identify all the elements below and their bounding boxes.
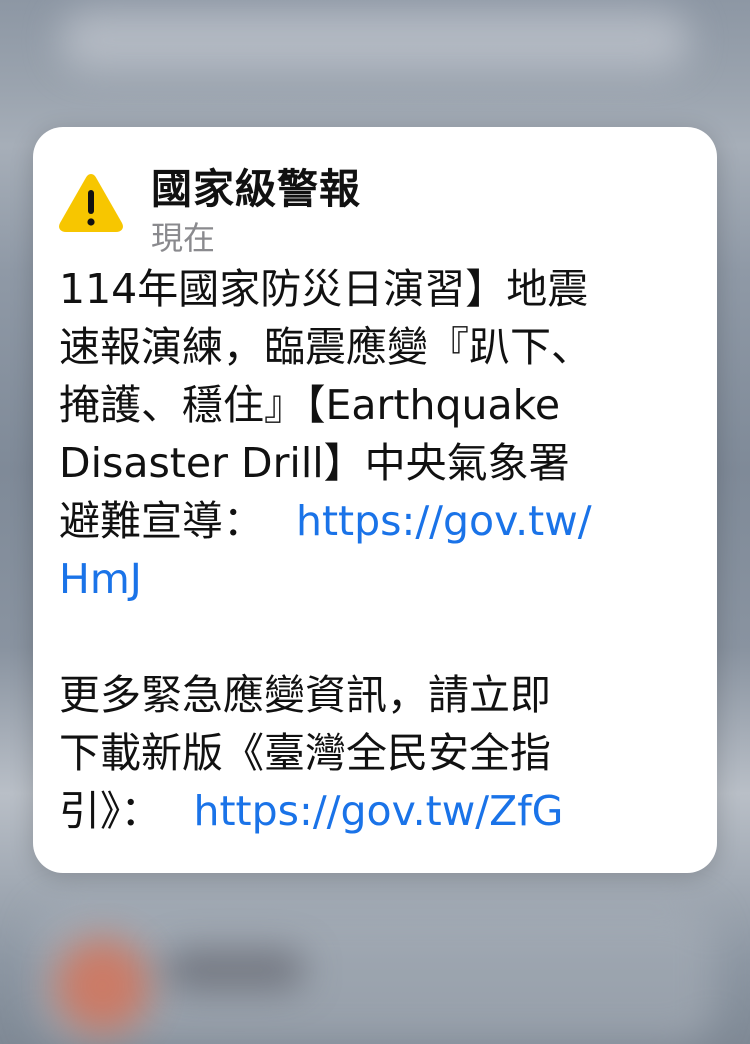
evacuation-guidance-label: 避難宣導： [59, 497, 264, 545]
alert-title: 國家級警報 [151, 165, 361, 213]
safety-guide-label: 引》： [59, 787, 162, 835]
background-app-icon [55, 938, 150, 1033]
guidance-link[interactable]: https://gov.tw/ [296, 497, 592, 545]
message-line: 引》： https://gov.tw/ZfG [59, 782, 689, 840]
message-line: 掩護、穩住』【Earthquake [59, 381, 561, 429]
alert-message-body: 114年國家防災日演習】地震 速報演練，臨震應變『趴下、 掩護、穩住』【Eart… [59, 260, 689, 840]
warning-triangle-icon [59, 174, 123, 232]
message-line: 避難宣導： https://gov.tw/ [59, 492, 689, 550]
message-line: 下載新版《臺灣全民安全指 [59, 729, 551, 777]
message-line: 更多緊急應變資訊，請立即 [59, 671, 551, 719]
message-line: 速報演練，臨震應變『趴下、 [59, 323, 592, 371]
alert-timestamp: 現在 [151, 219, 216, 257]
message-line: 114年國家防災日演習】地震 [59, 265, 589, 313]
background-app-text [165, 950, 305, 990]
emergency-alert-card[interactable]: 國家級警報 現在 114年國家防災日演習】地震 速報演練，臨震應變『趴下、 掩護… [33, 127, 717, 873]
guidance-link-continued[interactable]: HmJ [59, 550, 689, 608]
message-line: Disaster Drill】中央氣象署 [59, 439, 570, 487]
safety-guide-link[interactable]: https://gov.tw/ZfG [194, 787, 564, 835]
background-blurred-banner [60, 10, 690, 70]
